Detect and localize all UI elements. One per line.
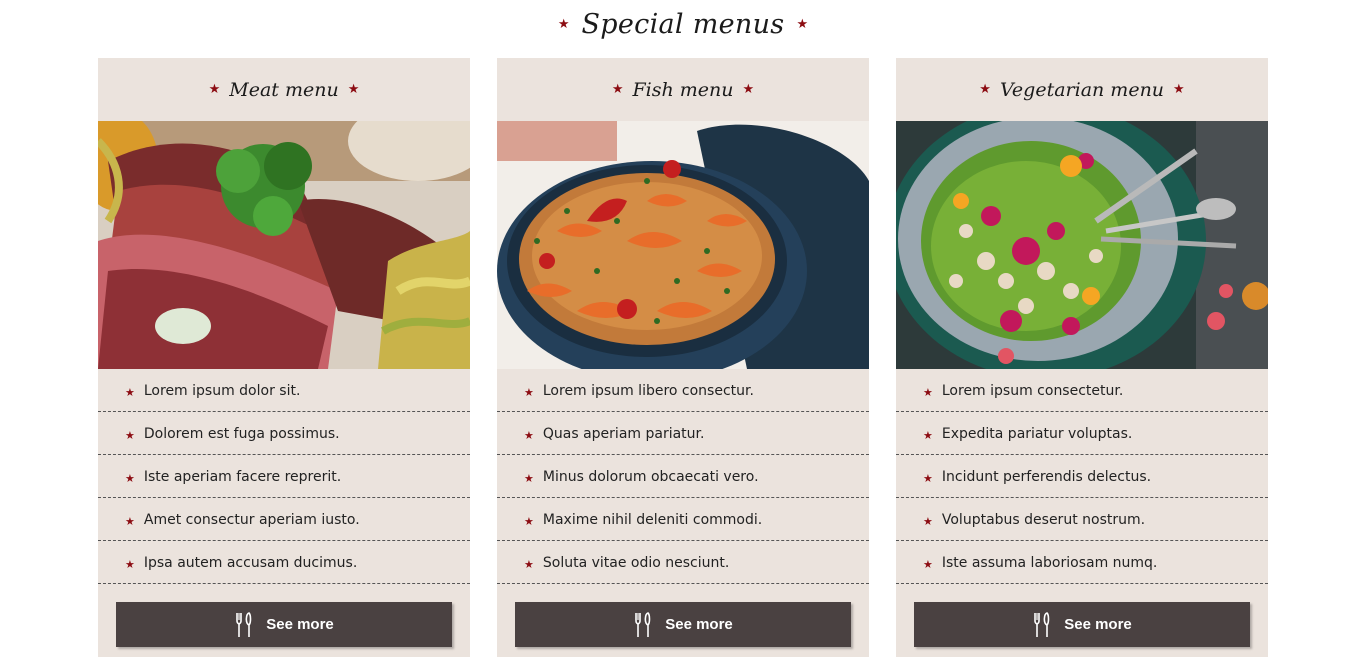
menu-card-meat: ★ Meat menu ★ ★ Lorem ipsum dolor sit. ★… — [98, 58, 470, 657]
cutlery-icon — [635, 611, 651, 637]
star-icon: ★ — [125, 557, 135, 571]
star-icon: ★ — [742, 82, 755, 97]
star-icon: ★ — [524, 385, 534, 399]
star-icon: ★ — [923, 471, 933, 485]
menu-card-fish: ★ Fish menu ★ ★ Lorem ipsum libero conse… — [497, 58, 869, 657]
vegetarian-photo — [896, 121, 1268, 369]
list-item: ★ Maxime nihil deleniti commodi. — [497, 498, 869, 541]
button-label: See more — [665, 616, 733, 633]
star-icon: ★ — [611, 82, 624, 97]
list-item: ★ Dolorem est fuga possimus. — [98, 412, 470, 455]
star-icon: ★ — [524, 514, 534, 528]
menu-items: ★ Lorem ipsum consectetur. ★ Expedita pari… — [896, 369, 1268, 584]
see-more-button[interactable]: See more — [116, 602, 452, 647]
button-label: See more — [1064, 616, 1132, 633]
section-header: ★ Special menus ★ — [0, 4, 1366, 44]
see-more-button[interactable]: See more — [914, 602, 1250, 647]
meat-photo — [98, 121, 470, 369]
list-item: ★ Minus dolorum obcaecati vero. — [497, 455, 869, 498]
card-title: Meat menu — [229, 78, 339, 101]
see-more-button[interactable]: See more — [515, 602, 851, 647]
card-title: Fish menu — [632, 78, 734, 101]
list-item: ★ Soluta vitae odio nesciunt. — [497, 541, 869, 584]
star-icon: ★ — [125, 385, 135, 399]
star-icon: ★ — [923, 557, 933, 571]
star-icon: ★ — [557, 16, 570, 32]
star-icon: ★ — [125, 514, 135, 528]
list-item: ★ Lorem ipsum libero consectur. — [497, 369, 869, 412]
star-icon: ★ — [524, 471, 534, 485]
star-icon: ★ — [524, 557, 534, 571]
list-item: ★ Amet consectur aperiam iusto. — [98, 498, 470, 541]
menu-card-vegetarian: ★ Vegetarian menu ★ ★ Lorem ipsum consec… — [896, 58, 1268, 657]
star-icon: ★ — [923, 428, 933, 442]
list-item: ★ Expedita pariatur voluptas. — [896, 412, 1268, 455]
button-label: See more — [266, 616, 334, 633]
card-title: Vegetarian menu — [999, 78, 1165, 101]
menu-items: ★ Lorem ipsum libero consectur. ★ Quas ape… — [497, 369, 869, 584]
cutlery-icon — [236, 611, 252, 637]
menu-cards: ★ Meat menu ★ ★ Lorem ipsum dolor sit. ★… — [98, 58, 1268, 657]
card-header: ★ Vegetarian menu ★ — [896, 58, 1268, 121]
star-icon: ★ — [796, 16, 809, 32]
list-item: ★ Incidunt perferendis delectus. — [896, 455, 1268, 498]
list-item: ★ Quas aperiam pariatur. — [497, 412, 869, 455]
star-icon: ★ — [1173, 82, 1185, 97]
list-item: ★ Iste aperiam facere reprerit. — [98, 455, 470, 498]
list-item: ★ Lorem ipsum dolor sit. — [98, 369, 470, 412]
star-icon: ★ — [524, 428, 534, 442]
star-icon: ★ — [923, 385, 933, 399]
list-item: ★ Lorem ipsum consectetur. — [896, 369, 1268, 412]
star-icon: ★ — [125, 471, 135, 485]
list-item: ★ Voluptabus deserut nostrum. — [896, 498, 1268, 541]
star-icon: ★ — [208, 82, 221, 97]
card-header: ★ Fish menu ★ — [497, 58, 869, 121]
star-icon: ★ — [979, 82, 991, 97]
card-header: ★ Meat menu ★ — [98, 58, 470, 121]
list-item: ★ Iste assuma laboriosam numq. — [896, 541, 1268, 584]
star-icon: ★ — [125, 428, 135, 442]
cutlery-icon — [1034, 611, 1050, 637]
fish-photo — [497, 121, 869, 369]
list-item: ★ Ipsa autem accusam ducimus. — [98, 541, 470, 584]
menu-items: ★ Lorem ipsum dolor sit. ★ Dolorem est fug… — [98, 369, 470, 584]
section-title: Special menus — [581, 8, 785, 40]
star-icon: ★ — [347, 82, 360, 97]
star-icon: ★ — [923, 514, 933, 528]
